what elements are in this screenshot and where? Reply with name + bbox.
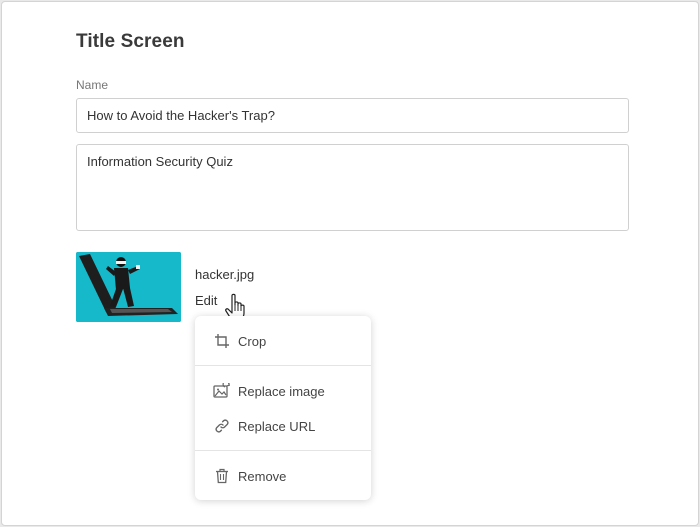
- name-input[interactable]: How to Avoid the Hacker's Trap?: [76, 98, 629, 133]
- menu-item-replace-image[interactable]: Replace image: [195, 375, 371, 407]
- edit-image-link[interactable]: Edit: [195, 293, 217, 308]
- menu-item-replace-image-label: Replace image: [238, 383, 325, 399]
- menu-item-crop[interactable]: Crop: [195, 325, 371, 357]
- hacker-illustration: [76, 252, 181, 322]
- link-icon: [213, 417, 231, 435]
- title-screen-panel: Title Screen Name How to Avoid the Hacke…: [1, 1, 699, 526]
- menu-item-crop-label: Crop: [238, 333, 267, 349]
- menu-item-replace-url-label: Replace URL: [238, 418, 316, 434]
- trash-icon: [213, 467, 231, 485]
- name-field-label: Name: [76, 78, 109, 92]
- menu-divider: [195, 365, 371, 366]
- menu-item-remove[interactable]: Remove: [195, 460, 371, 492]
- image-edit-menu: Crop Replace image Replace URL Remove: [195, 316, 371, 500]
- description-textarea[interactable]: Information Security Quiz: [76, 144, 629, 231]
- page-title: Title Screen: [76, 31, 185, 52]
- image-thumbnail: [76, 252, 181, 322]
- menu-item-remove-label: Remove: [238, 468, 287, 484]
- crop-icon: [213, 332, 231, 350]
- image-filename: hacker.jpg: [195, 267, 255, 282]
- menu-divider: [195, 450, 371, 451]
- menu-item-replace-url[interactable]: Replace URL: [195, 410, 371, 442]
- replace-image-icon: [213, 382, 231, 400]
